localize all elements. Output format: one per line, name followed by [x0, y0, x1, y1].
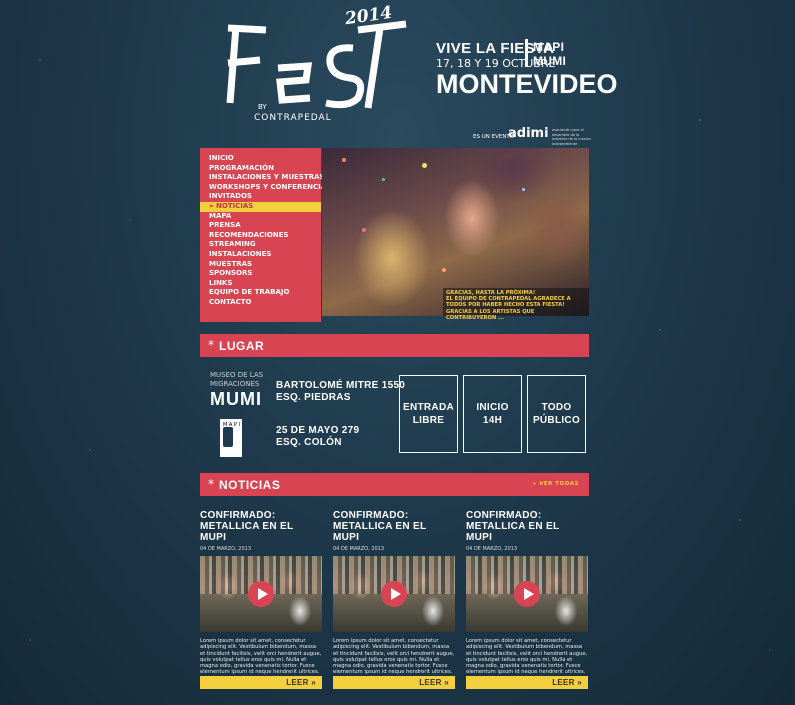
- news-title[interactable]: CONFIRMADO: METALLICA EN EL MUPI: [466, 510, 588, 543]
- mapi-logo: M A P I: [220, 419, 242, 457]
- leer-button[interactable]: LEER »: [200, 676, 322, 689]
- logo-brand-label: CONTRAPEDAL: [254, 113, 332, 123]
- nav-item-streaming[interactable]: Streaming: [200, 240, 321, 250]
- play-icon[interactable]: [248, 581, 274, 607]
- nav-item-instalaciones-muestras[interactable]: Instalaciones y muestras: [200, 173, 324, 183]
- mumi-address: BARTOLOMÉ MITRE 1550 ESQ. PIEDRAS: [276, 380, 405, 404]
- news-video-thumbnail[interactable]: [200, 556, 322, 632]
- header-divider: [525, 39, 528, 67]
- star-icon: *: [208, 477, 214, 491]
- nav-item-workshops[interactable]: Workshops y conferencias: [200, 183, 331, 193]
- nav-item-equipo[interactable]: Equipo de trabajo: [200, 288, 321, 298]
- adimi-logo[interactable]: adimi: [508, 126, 549, 141]
- info-box-publico: TODO PÚBLICO: [527, 375, 586, 453]
- nav-item-programacion[interactable]: Programación: [200, 164, 321, 174]
- news-title-line1: CONFIRMADO:: [200, 510, 276, 521]
- mapi-address-corner: ESQ. COLÓN: [276, 437, 342, 448]
- nav-item-instalaciones[interactable]: Instalaciones: [200, 250, 321, 260]
- city-title: MONTEVIDEO: [436, 69, 618, 99]
- nav-item-prensa[interactable]: Prensa: [200, 221, 321, 231]
- info-box-entrada: ENTRADA LIBRE: [399, 375, 458, 453]
- news-title-line1: CONFIRMADO:: [466, 510, 542, 521]
- info-box-inicio-line1: INICIO: [476, 402, 509, 413]
- mapi-logo-letters: M A P I: [223, 422, 240, 428]
- ver-todas-link[interactable]: » VER TODAS: [533, 481, 579, 487]
- leer-button[interactable]: LEER »: [333, 676, 455, 689]
- news-title-line2: METALLICA EN EL MUPI: [333, 521, 427, 543]
- info-box-entrada-line2: LIBRE: [412, 415, 445, 426]
- news-title-line2: METALLICA EN EL MUPI: [200, 521, 294, 543]
- info-box-publico-line2: PÚBLICO: [532, 415, 581, 426]
- lugar-title: LUGAR: [219, 339, 265, 353]
- leer-button[interactable]: LEER »: [466, 676, 588, 689]
- fest-logo[interactable]: [218, 8, 408, 128]
- nav-item-invitados[interactable]: Invitados: [200, 192, 321, 202]
- museo-label: MUSEO DE LAS MIGRACIONES: [210, 371, 264, 388]
- noticias-section-header: * NOTICIAS » VER TODAS: [200, 473, 589, 496]
- mumi-logo-text: MUMI: [210, 389, 262, 409]
- info-box-entrada-line1: ENTRADA: [403, 402, 454, 413]
- venue-short-mumi: MUMI: [533, 54, 567, 68]
- nav-item-muestras[interactable]: Muestras: [200, 260, 321, 270]
- news-date: 04 DE MARZO, 2013: [333, 546, 385, 552]
- news-date: 04 DE MARZO, 2013: [200, 546, 252, 552]
- venue-shortnames: MAPI MUMI: [533, 40, 566, 68]
- news-item: CONFIRMADO: METALLICA EN EL MUPI 04 DE M…: [466, 510, 588, 689]
- mapi-address: 25 DE MAYO 279 ESQ. COLÓN: [276, 425, 359, 449]
- mumi-address-corner: ESQ. PIEDRAS: [276, 392, 351, 403]
- news-date: 04 DE MARZO, 2013: [466, 546, 518, 552]
- lugar-section-header: * LUGAR: [200, 334, 589, 357]
- news-video-thumbnail[interactable]: [333, 556, 455, 632]
- mumi-address-street: BARTOLOMÉ MITRE 1550: [276, 380, 406, 391]
- news-video-thumbnail[interactable]: [466, 556, 588, 632]
- news-title[interactable]: CONFIRMADO: METALLICA EN EL MUPI: [333, 510, 455, 543]
- hero-caption[interactable]: Gracias, hasta la próxima! El equipo de …: [443, 288, 589, 321]
- play-icon[interactable]: [514, 581, 540, 607]
- news-title-line2: METALLICA EN EL MUPI: [466, 521, 560, 543]
- mapi-address-street: 25 DE MAYO 279: [276, 425, 360, 436]
- logo-by-label: BY: [258, 103, 267, 111]
- main-nav: Inicio Programación Instalaciones y mues…: [200, 148, 331, 322]
- news-title-line1: CONFIRMADO:: [333, 510, 409, 521]
- nav-item-recomendaciones[interactable]: Recomendaciones: [200, 231, 321, 241]
- adimi-description: asociación para el desarrollo de la indu…: [552, 128, 591, 146]
- noticias-title: NOTICIAS: [219, 478, 281, 492]
- nav-item-links[interactable]: Links: [200, 279, 321, 289]
- venue-short-mapi: MAPI: [533, 40, 565, 54]
- nav-item-contacto[interactable]: Contacto: [200, 298, 321, 308]
- star-icon: *: [208, 338, 214, 352]
- hero-caption-text: El equipo de Contrapedal agradece a todo…: [446, 296, 571, 321]
- info-box-publico-line1: TODO: [541, 402, 572, 413]
- news-title[interactable]: CONFIRMADO: METALLICA EN EL MUPI: [200, 510, 322, 543]
- news-item: CONFIRMADO: METALLICA EN EL MUPI 04 DE M…: [333, 510, 455, 689]
- news-item: CONFIRMADO: METALLICA EN EL MUPI 04 DE M…: [200, 510, 322, 689]
- nav-item-inicio[interactable]: Inicio: [200, 154, 321, 164]
- play-icon[interactable]: [381, 581, 407, 607]
- nav-item-mapa[interactable]: Mapa: [200, 212, 321, 222]
- info-box-inicio-line2: 14H: [482, 415, 503, 426]
- nav-item-noticias[interactable]: » Noticias: [200, 201, 321, 212]
- nav-item-sponsors[interactable]: Sponsors: [200, 269, 321, 279]
- info-box-inicio: INICIO 14H: [463, 375, 522, 453]
